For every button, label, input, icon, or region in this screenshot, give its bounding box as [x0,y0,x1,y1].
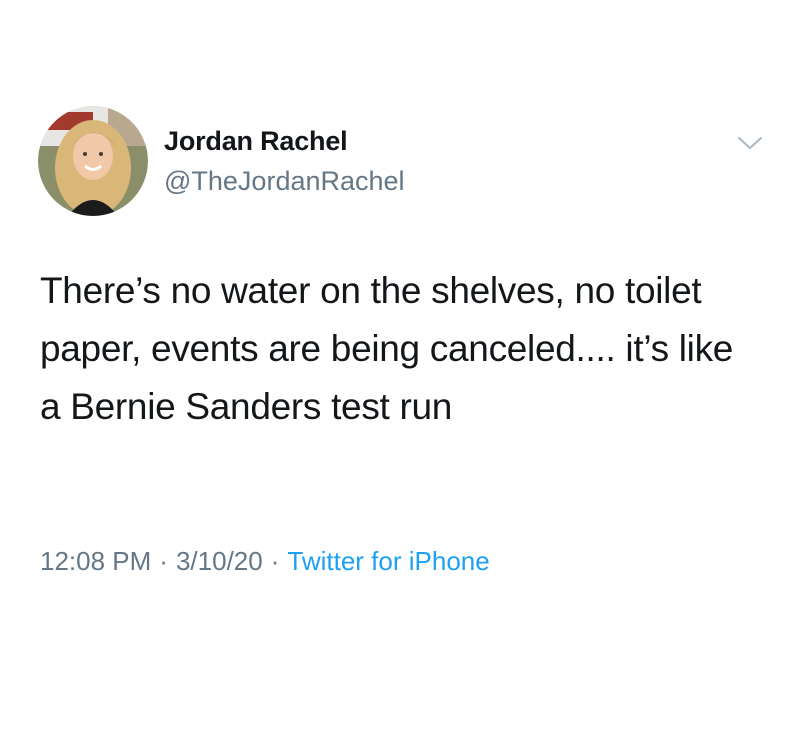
meta-separator: · [270,546,280,576]
meta-separator: · [159,546,168,576]
chevron-down-icon-glyph [738,137,762,149]
tweet-source-link[interactable]: Twitter for iPhone [287,546,489,576]
avatar[interactable] [38,106,148,216]
chevron-down-icon[interactable] [735,133,765,153]
tweet-date[interactable]: 3/10/20 [176,546,263,576]
tweet-time[interactable]: 12:08 PM [40,546,151,576]
tweet-metadata: 12:08 PM · 3/10/20 · Twitter for iPhone [40,546,490,577]
author-handle[interactable]: @TheJordanRachel [164,166,405,197]
tweet: Jordan Rachel @TheJordanRachel There’s n… [0,0,800,730]
author-display-name[interactable]: Jordan Rachel [164,126,348,157]
avatar-image [38,106,148,216]
tweet-text: There’s no water on the shelves, no toil… [40,270,734,427]
